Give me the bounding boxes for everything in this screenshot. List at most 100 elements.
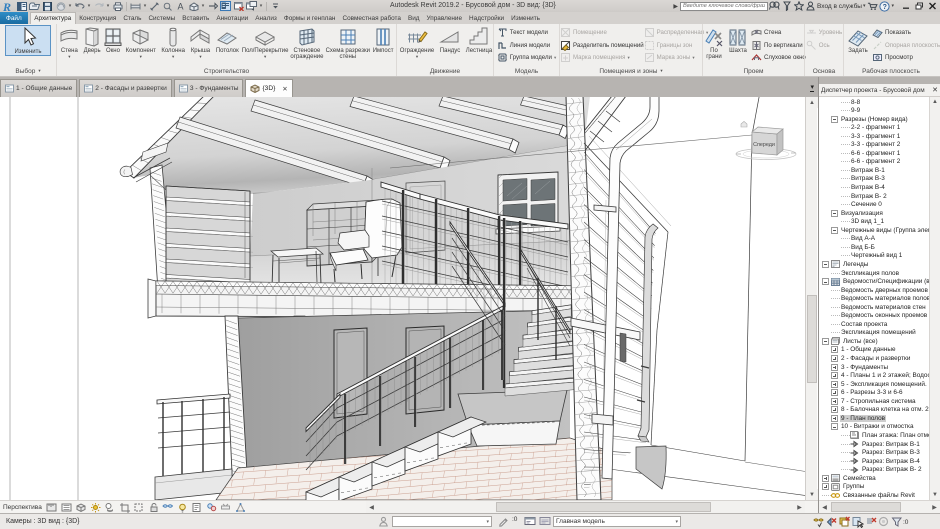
- tree-item-label[interactable]: 1 - Общие данные: [840, 346, 897, 353]
- expand-icon[interactable]: [831, 381, 838, 388]
- ribbon-tab-конструкция[interactable]: Конструкция: [76, 12, 120, 24]
- expand-icon[interactable]: [831, 372, 838, 379]
- tree-item-label[interactable]: Состав проекта: [840, 321, 888, 328]
- expand-icon[interactable]: [831, 406, 838, 413]
- drawing-vertical-scrollbar[interactable]: ▲ ▼: [805, 97, 817, 500]
- ribbon-button[interactable]: Ограждение▾: [397, 25, 437, 60]
- worksharing-display-icon[interactable]: [204, 502, 218, 513]
- search-input[interactable]: [680, 2, 768, 11]
- minimize-button[interactable]: [900, 1, 912, 11]
- ribbon-button[interactable]: Импост: [371, 25, 396, 54]
- sign-in-dropdown-icon[interactable]: ▾: [863, 3, 866, 9]
- ribbon-tab-формы-и-генплан[interactable]: Формы и генплан: [280, 12, 339, 24]
- tree-item-label[interactable]: 3-3 - фрагмент 2: [850, 141, 901, 148]
- ribbon-tab-совместная-работа[interactable]: Совместная работа: [339, 12, 404, 24]
- shadows-icon[interactable]: [103, 502, 117, 513]
- close-button[interactable]: [926, 1, 938, 11]
- view-tab-2[interactable]: 2 - Фасады и развертки: [79, 79, 172, 97]
- collapse-icon[interactable]: [831, 423, 838, 430]
- dropdown-icon[interactable]: ▾: [675, 519, 678, 525]
- ribbon-button[interactable]: Шахта: [725, 25, 751, 54]
- scroll-down-icon[interactable]: ▼: [806, 489, 818, 500]
- viewcube-home-icon[interactable]: [741, 121, 747, 127]
- ribbon-button[interactable]: Слуховое окно: [751, 52, 806, 64]
- scroll-up-icon[interactable]: ▲: [930, 97, 940, 107]
- switch-windows-dropdown-icon[interactable]: ▾: [258, 1, 264, 12]
- redo-icon[interactable]: [92, 1, 105, 12]
- tree-item-label[interactable]: Семейства: [842, 475, 877, 482]
- measure-icon[interactable]: [129, 1, 142, 12]
- ribbon-button[interactable]: Потолок: [213, 25, 241, 54]
- scroll-right-icon[interactable]: ▶: [929, 501, 940, 513]
- link-unloaded-icon[interactable]: [838, 516, 851, 528]
- tree-item-label[interactable]: Витраж В-1: [850, 167, 886, 174]
- expand-icon[interactable]: [822, 475, 829, 482]
- unlock-view-icon[interactable]: [146, 502, 160, 513]
- tree-item-label[interactable]: Чертежные виды (Группа элеме: [840, 227, 937, 234]
- collapse-icon[interactable]: [831, 210, 838, 217]
- ribbon-button[interactable]: Стена: [751, 27, 806, 39]
- ribbon-button[interactable]: Просмотр: [872, 52, 940, 64]
- browser-horizontal-scrollbar[interactable]: ◀ ▶: [819, 500, 940, 513]
- analytical-model-icon[interactable]: [233, 502, 247, 513]
- ribbon-tab-вставить[interactable]: Вставить: [179, 12, 213, 24]
- tree-item-label[interactable]: Витраж В- 2: [850, 193, 888, 200]
- press-drag-icon[interactable]: [877, 516, 890, 528]
- save-icon[interactable]: [41, 1, 54, 12]
- scale-icon[interactable]: [45, 502, 59, 513]
- select-elements-icon[interactable]: [851, 516, 864, 528]
- undo-icon[interactable]: [73, 1, 86, 12]
- drawing-area[interactable]: Спереди ▲ ▼: [0, 97, 818, 500]
- collapse-icon[interactable]: [822, 338, 829, 345]
- tree-item-label[interactable]: 8 - Балочная клетка на отм. 2.95: [840, 406, 939, 413]
- workset-combo[interactable]: ▾: [392, 516, 492, 527]
- ui-toggle-icon[interactable]: [15, 1, 28, 12]
- search-icon[interactable]: [769, 1, 780, 12]
- worksets-icon[interactable]: [378, 516, 389, 527]
- tree-item-label[interactable]: Легенды: [842, 261, 869, 268]
- thin-lines-icon[interactable]: [219, 1, 232, 12]
- visual-style-icon[interactable]: [74, 502, 88, 513]
- browser-vertical-scrollbar[interactable]: ▲ ▼: [929, 97, 940, 500]
- tree-item-label[interactable]: Разрезы (Номер вида): [840, 116, 909, 123]
- view-tab-1[interactable]: 1 - Общие данные: [0, 79, 77, 97]
- collapse-icon[interactable]: [822, 261, 829, 268]
- tree-item-label[interactable]: Группы: [842, 483, 865, 490]
- ribbon-tab-аннотации[interactable]: Аннотации: [213, 12, 252, 24]
- tree-item[interactable]: Связанные файлы Revit: [822, 491, 916, 500]
- ribbon-tab-системы[interactable]: Системы: [145, 12, 179, 24]
- tree-item-label[interactable]: 7 - Стропильная система: [840, 398, 917, 405]
- ribbon-button[interactable]: Окно: [103, 25, 123, 54]
- design-options-icon[interactable]: [524, 516, 536, 527]
- tree-item-label[interactable]: План этажа: План отмост: [861, 432, 939, 439]
- revit-logo-icon[interactable]: R: [2, 1, 15, 12]
- tree-item-label[interactable]: 3-3 - фрагмент 1: [850, 133, 901, 140]
- ribbon-button[interactable]: По вертикали: [751, 40, 806, 52]
- ribbon-button[interactable]: Дверь: [82, 25, 103, 54]
- tree-item-label[interactable]: 3 - Фундаменты: [840, 364, 889, 371]
- exclude-options-icon[interactable]: [864, 516, 877, 528]
- tree-item-label[interactable]: Экспликация помещений: [840, 329, 917, 336]
- tree-item-label[interactable]: 9 - План полов: [840, 415, 886, 422]
- editable-only-icon[interactable]: [825, 516, 838, 528]
- view-tab-4[interactable]: {3D}✕: [245, 79, 292, 97]
- tree-item-label[interactable]: Связанные файлы Revit: [842, 492, 916, 499]
- tree-item-label[interactable]: Разрез: Витраж В- 2: [861, 466, 923, 473]
- tree-item-label[interactable]: 5 - Экспликация помещений. Ра: [840, 381, 937, 388]
- ribbon-button[interactable]: Лестница: [463, 25, 495, 54]
- expand-icon[interactable]: [831, 364, 838, 371]
- ribbon-tab-сталь[interactable]: Сталь: [120, 12, 145, 24]
- ribbon-button[interactable]: Задать: [844, 25, 872, 54]
- tree-item-label[interactable]: Ведомость дверных проемов: [840, 287, 929, 294]
- expand-icon[interactable]: [831, 355, 838, 362]
- tree-item-label[interactable]: Ведомости/Спецификации (все): [842, 278, 939, 285]
- ribbon-tab-изменить[interactable]: Изменить: [508, 12, 544, 24]
- design-option-combo[interactable]: Главная модель▾: [553, 516, 681, 527]
- customize-qat-icon[interactable]: [269, 1, 282, 12]
- text-icon[interactable]: A: [174, 1, 187, 12]
- tree-item-label[interactable]: 4 - Планы 1 и 2 этажей; Водост: [840, 372, 935, 379]
- expand-icon[interactable]: [831, 389, 838, 396]
- infocenter-collapse-icon[interactable]: ▶: [673, 3, 678, 10]
- scroll-left-icon[interactable]: ◀: [819, 501, 830, 513]
- exchange-apps-icon[interactable]: [781, 1, 792, 12]
